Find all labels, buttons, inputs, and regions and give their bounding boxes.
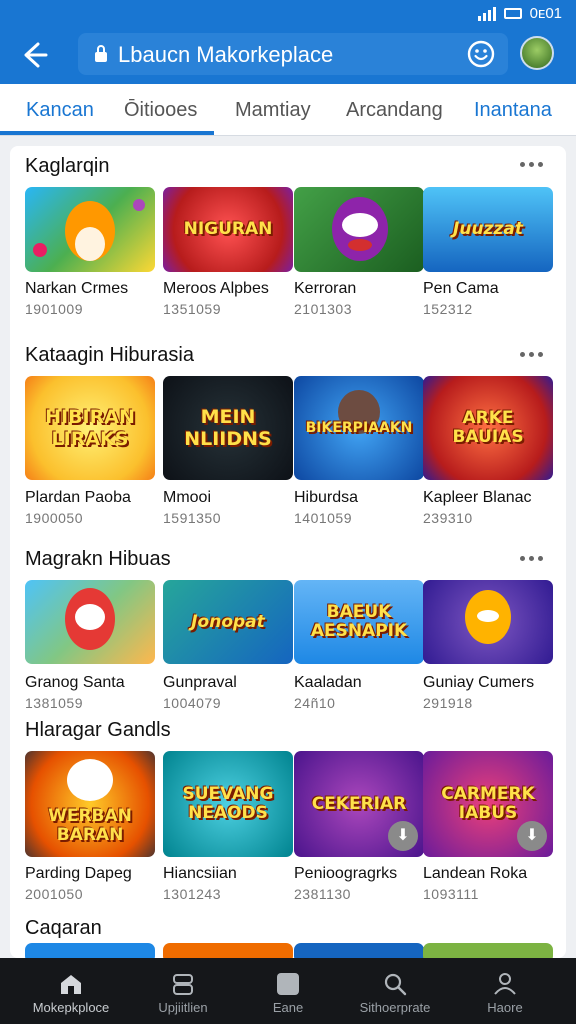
game-count: 291918 bbox=[423, 695, 473, 711]
back-arrow-icon[interactable] bbox=[20, 38, 54, 72]
game-count: 152312 bbox=[423, 301, 473, 317]
game-tile[interactable]: BAEUK AESNAPIK bbox=[294, 580, 424, 664]
game-tile[interactable]: CEKERIAR ⬇ bbox=[294, 751, 424, 857]
game-name: Penioogragrks bbox=[294, 865, 398, 882]
game-tile[interactable]: NIGURAN bbox=[163, 187, 293, 272]
status-bar: 0ᴇ01 bbox=[0, 0, 576, 26]
game-name: Pen Cama bbox=[423, 280, 499, 297]
game-tile[interactable]: MEIN NLIIDNS bbox=[163, 376, 293, 480]
profile-icon bbox=[494, 973, 516, 995]
section-title: Kataagin Hiburasia bbox=[25, 344, 194, 366]
bottom-nav: Mokepkploce Upjiitlien Eane Sithoerprate… bbox=[0, 958, 576, 1024]
game-tile[interactable]: ARKE BAUIAS bbox=[423, 376, 553, 480]
tab-oitiooes[interactable]: Ōitiooes bbox=[124, 99, 197, 122]
lock-icon bbox=[95, 45, 107, 62]
game-count: 1901009 bbox=[25, 301, 84, 317]
game-tile[interactable] bbox=[294, 943, 424, 958]
game-tile[interactable]: HIBIRAN LIRAKS bbox=[25, 376, 155, 480]
game-count: 2001050 bbox=[25, 886, 84, 902]
battery-icon bbox=[503, 8, 522, 19]
game-name: Granog Santa bbox=[25, 674, 125, 691]
nav-marketplace[interactable]: Mokepkploce bbox=[16, 958, 126, 1024]
game-name: Guniay Cumers bbox=[423, 674, 535, 691]
more-options-icon[interactable] bbox=[520, 556, 550, 566]
home-icon bbox=[61, 975, 81, 994]
game-count: 1900050 bbox=[25, 510, 84, 526]
game-count: 2381130 bbox=[294, 886, 351, 902]
game-count: 1301243 bbox=[163, 886, 222, 902]
signal-icon bbox=[477, 6, 496, 21]
game-tile[interactable]: Jonopat bbox=[163, 580, 293, 664]
game-tile[interactable]: WERBAN BARAN bbox=[25, 751, 155, 857]
user-avatar[interactable] bbox=[520, 36, 554, 70]
game-name: Parding Dapeg bbox=[25, 865, 132, 882]
game-tile[interactable] bbox=[25, 187, 155, 272]
game-tile[interactable] bbox=[163, 943, 293, 958]
smiley-icon[interactable] bbox=[466, 39, 496, 69]
game-name: Narkan Crmes bbox=[25, 280, 129, 297]
status-time: 0ᴇ01 bbox=[529, 5, 562, 22]
game-name: Kerroran bbox=[294, 280, 357, 297]
nav-profile[interactable]: Haore bbox=[450, 958, 560, 1024]
tab-inantana[interactable]: Inantana bbox=[474, 99, 552, 122]
game-count: 1351059 bbox=[163, 301, 222, 317]
search-icon bbox=[384, 973, 407, 996]
nav-library[interactable]: Upjiitlien bbox=[128, 958, 238, 1024]
more-options-icon[interactable] bbox=[520, 352, 550, 362]
section-title: Kaglarqin bbox=[25, 155, 110, 177]
app-bar: Lbaucn Makorkeplace bbox=[0, 26, 576, 84]
content-card: Kaglarqin NIGURAN Juuzzat Narkan Crmes 1… bbox=[10, 146, 566, 958]
game-tile[interactable]: CARMERK IABUS ⬇ bbox=[423, 751, 553, 857]
tab-kancan[interactable]: Kancan bbox=[26, 99, 94, 122]
game-count: 239310 bbox=[423, 510, 473, 526]
search-bar[interactable]: Lbaucn Makorkeplace bbox=[78, 33, 508, 75]
game-count: 24ñ10 bbox=[294, 695, 336, 711]
game-tile[interactable] bbox=[25, 943, 155, 958]
tab-arcandang[interactable]: Arcandang bbox=[346, 99, 443, 122]
game-name: Kapleer Blanac bbox=[423, 489, 532, 506]
section-title: Hlaragar Gandls bbox=[25, 719, 171, 741]
game-name: Mmooi bbox=[163, 489, 212, 506]
game-name: Kaaladan bbox=[294, 674, 362, 691]
download-icon[interactable]: ⬇ bbox=[517, 821, 547, 851]
game-count: 1004079 bbox=[163, 695, 222, 711]
tab-mamtiay[interactable]: Mamtiay bbox=[235, 99, 311, 122]
more-options-icon[interactable] bbox=[520, 162, 550, 172]
game-name: Landean Roka bbox=[423, 865, 528, 882]
game-count: 1591350 bbox=[163, 510, 222, 526]
game-name: Hiancsiian bbox=[163, 865, 237, 882]
game-name: Plardan Paoba bbox=[25, 489, 131, 506]
section-title: Caqaran bbox=[25, 917, 102, 939]
tab-indicator bbox=[0, 131, 214, 135]
game-tile[interactable]: SUEVANG NEAODS bbox=[163, 751, 293, 857]
nav-search[interactable]: Sithoerprate bbox=[340, 958, 450, 1024]
game-tile[interactable] bbox=[294, 187, 424, 272]
game-count: 1381059 bbox=[25, 695, 84, 711]
game-count: 1401059 bbox=[294, 510, 353, 526]
nav-games[interactable]: Eane bbox=[233, 958, 343, 1024]
game-tile[interactable]: Juuzzat bbox=[423, 187, 553, 272]
game-tile[interactable] bbox=[423, 580, 553, 664]
tab-bar: Kancan Ōitiooes Mamtiay Arcandang Inanta… bbox=[0, 84, 576, 136]
section-title: Magrakn Hibuas bbox=[25, 548, 171, 570]
game-count: 2101303 bbox=[294, 301, 353, 317]
game-name: Gunpraval bbox=[163, 674, 237, 691]
library-icon bbox=[173, 974, 193, 995]
game-tile[interactable] bbox=[25, 580, 155, 664]
game-tile[interactable]: BIKERPIAAKN bbox=[294, 376, 424, 480]
game-name: Hiburdsa bbox=[294, 489, 359, 506]
download-icon[interactable]: ⬇ bbox=[388, 821, 418, 851]
search-text: Lbaucn Makorkeplace bbox=[118, 42, 334, 67]
game-count: 1093111 bbox=[423, 886, 479, 902]
game-name: Meroos Alpbes bbox=[163, 280, 269, 297]
game-tile[interactable] bbox=[423, 943, 553, 958]
square-icon bbox=[277, 973, 299, 995]
